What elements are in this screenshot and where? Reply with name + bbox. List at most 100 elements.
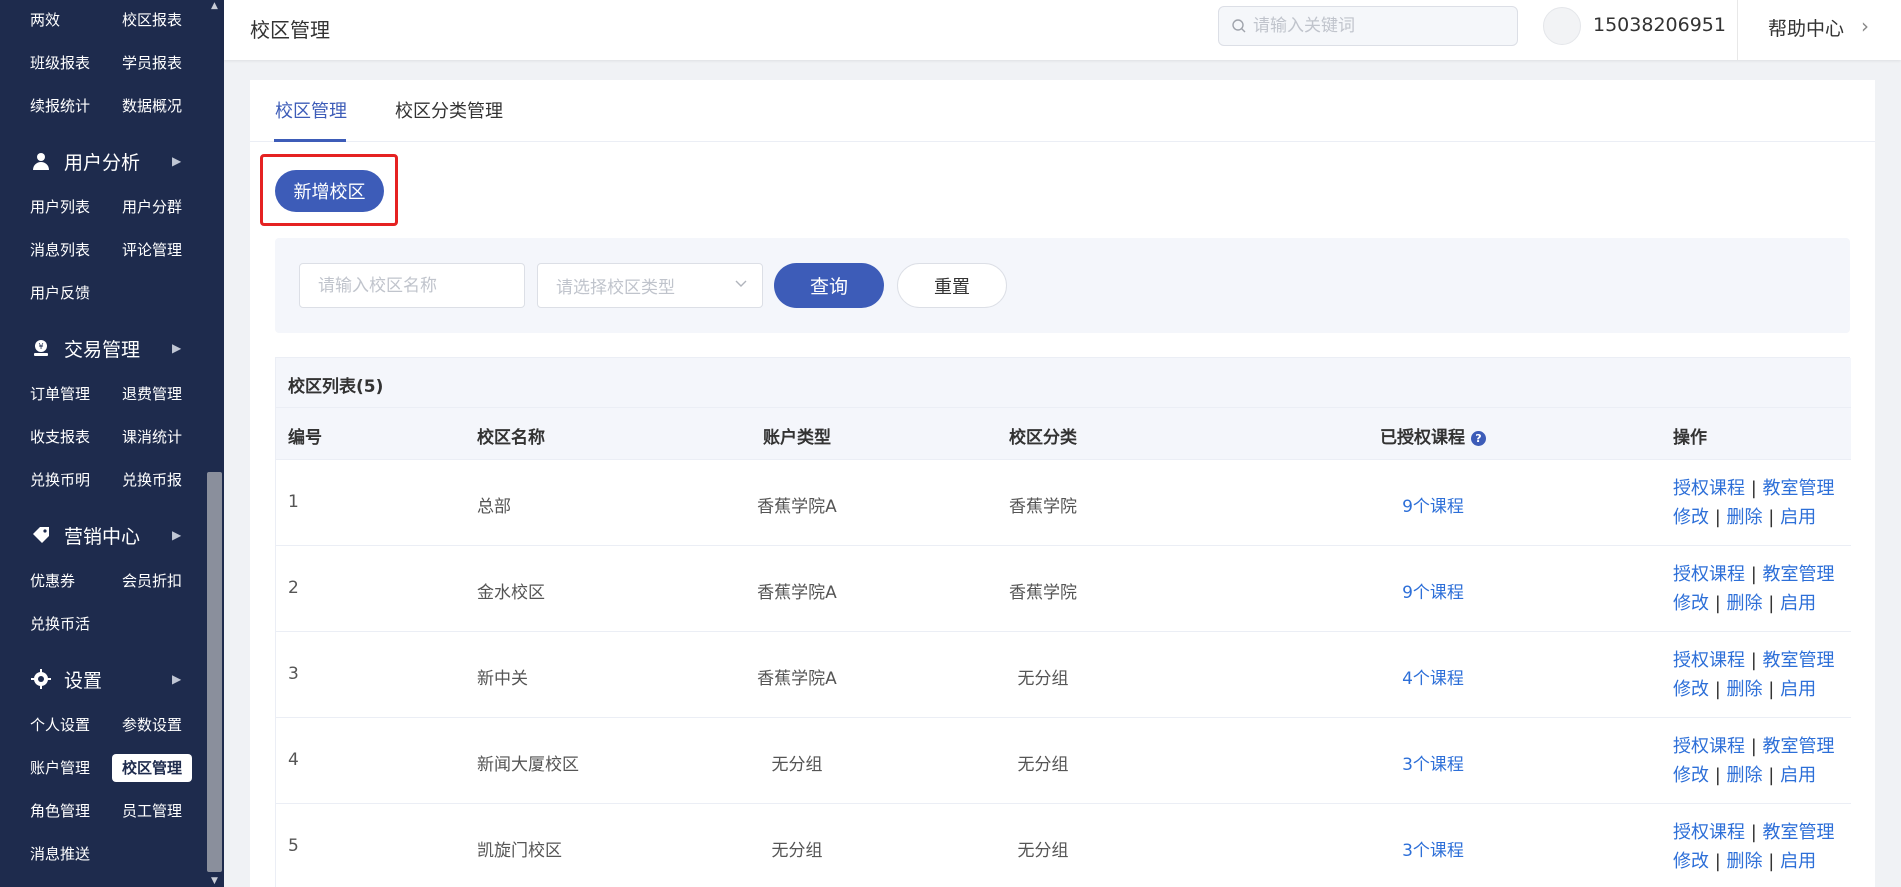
add-campus-button[interactable]: 新增校区	[275, 170, 384, 212]
tab-campus-management[interactable]: 校区管理	[275, 97, 347, 123]
classroom-management-link[interactable]: 教室管理	[1763, 564, 1835, 585]
sidebar-item-兑换币活[interactable]: 兑换币活	[30, 614, 90, 634]
authorize-course-link[interactable]: 授权课程	[1673, 564, 1745, 585]
separator: |	[1714, 507, 1721, 528]
cell-name: 新闻大厦校区	[477, 755, 579, 775]
classroom-management-link[interactable]: 教室管理	[1763, 478, 1835, 499]
cell-courses-link[interactable]: 9个课程	[1402, 578, 1464, 603]
sidebar-item-收支报表[interactable]: 收支报表	[30, 427, 90, 447]
col-name: 校区名称	[477, 428, 545, 448]
edit-link[interactable]: 修改	[1673, 679, 1709, 700]
enable-link[interactable]: 启用	[1780, 765, 1816, 786]
sidebar-item-用户反馈[interactable]: 用户反馈	[30, 283, 90, 303]
edit-link[interactable]: 修改	[1673, 593, 1709, 614]
sidebar-item-消息列表[interactable]: 消息列表	[30, 240, 90, 260]
sidebar-item-退费管理[interactable]: 退费管理	[122, 384, 182, 404]
sidebar-item-参数设置[interactable]: 参数设置	[122, 715, 182, 735]
sidebar-item-校区管理[interactable]: 校区管理	[112, 754, 193, 782]
authorize-course-link[interactable]: 授权课程	[1673, 736, 1745, 757]
sidebar-item-数据概况[interactable]: 数据概况	[122, 96, 182, 116]
sidebar-item-两效[interactable]: 两效	[30, 10, 60, 30]
separator: |	[1750, 736, 1757, 757]
query-button[interactable]: 查询	[774, 263, 884, 308]
separator: |	[1768, 593, 1775, 614]
enable-link[interactable]: 启用	[1780, 593, 1816, 614]
sidebar-item-会员折扣[interactable]: 会员折扣	[122, 571, 182, 591]
reset-button[interactable]: 重置	[897, 263, 1007, 308]
sidebar-section-label: 交易管理	[64, 338, 141, 361]
sidebar-item-角色管理[interactable]: 角色管理	[30, 801, 90, 821]
tab-campus-category-management[interactable]: 校区分类管理	[395, 97, 503, 123]
col-category: 校区分类	[1009, 428, 1077, 448]
authorize-course-link[interactable]: 授权课程	[1673, 650, 1745, 671]
sidebar-section[interactable]: 用户分析 ▶	[0, 141, 205, 181]
authorize-course-link[interactable]: 授权课程	[1673, 478, 1745, 499]
sidebar-scroll-thumb[interactable]	[207, 472, 222, 872]
sidebar-item-班级报表[interactable]: 班级报表	[30, 53, 90, 73]
scroll-up-icon[interactable]: ▲	[207, 0, 222, 12]
sidebar-section-label: 营销中心	[64, 525, 141, 548]
delete-link[interactable]: 删除	[1727, 593, 1763, 614]
edit-link[interactable]: 修改	[1673, 765, 1709, 786]
classroom-management-link[interactable]: 教室管理	[1763, 736, 1835, 757]
enable-link[interactable]: 启用	[1780, 507, 1816, 528]
sidebar-item-用户分群[interactable]: 用户分群	[122, 197, 182, 217]
sidebar-row: 个人设置 参数设置	[0, 705, 205, 741]
help-icon[interactable]: ?	[1471, 430, 1486, 446]
user-phone[interactable]: 15038206951	[1593, 14, 1726, 36]
separator: |	[1768, 507, 1775, 528]
sidebar-item-优惠券[interactable]: 优惠券	[30, 571, 75, 591]
chevron-right-icon[interactable]: ›	[1861, 14, 1869, 38]
sidebar-row: 收支报表 课消统计	[0, 417, 205, 453]
scroll-down-icon[interactable]: ▼	[207, 875, 222, 887]
top-header: 校区管理 15038206951 帮助中心 ›	[224, 0, 1901, 60]
sidebar-item-订单管理[interactable]: 订单管理	[30, 384, 90, 404]
search-box[interactable]	[1218, 6, 1518, 46]
sidebar-section[interactable]: 设置 ▶	[0, 659, 205, 699]
cell-courses-link[interactable]: 3个课程	[1402, 750, 1464, 775]
sidebar-item-账户管理[interactable]: 账户管理	[30, 758, 90, 778]
filter-bar: 请选择校区类型 查询 重置	[275, 238, 1850, 333]
sidebar-item-员工管理[interactable]: 员工管理	[122, 801, 182, 821]
sidebar-item-校区报表[interactable]: 校区报表	[122, 10, 182, 30]
edit-link[interactable]: 修改	[1673, 851, 1709, 872]
classroom-management-link[interactable]: 教室管理	[1763, 650, 1835, 671]
col-account-type: 账户类型	[763, 428, 831, 448]
delete-link[interactable]: 删除	[1727, 679, 1763, 700]
sidebar-item-课消统计[interactable]: 课消统计	[122, 427, 182, 447]
delete-link[interactable]: 删除	[1727, 507, 1763, 528]
table-title-bar: 校区列表(5)	[276, 358, 1851, 408]
cell-courses-link[interactable]: 9个课程	[1402, 492, 1464, 517]
enable-link[interactable]: 启用	[1780, 679, 1816, 700]
sidebar-item-学员报表[interactable]: 学员报表	[122, 53, 182, 73]
campus-name-input[interactable]	[299, 263, 525, 308]
sidebar-section[interactable]: 营销中心 ▶	[0, 515, 205, 555]
caret-right-icon: ▶	[172, 154, 182, 168]
sidebar-item-续报统计[interactable]: 续报统计	[30, 96, 90, 116]
sidebar-item-评论管理[interactable]: 评论管理	[122, 240, 182, 260]
classroom-management-link[interactable]: 教室管理	[1763, 822, 1835, 843]
sidebar-item-用户列表[interactable]: 用户列表	[30, 197, 90, 217]
edit-link[interactable]: 修改	[1673, 507, 1709, 528]
cell-courses-link[interactable]: 4个课程	[1402, 664, 1464, 689]
sidebar-item-消息推送[interactable]: 消息推送	[30, 844, 90, 864]
cell-courses-link[interactable]: 3个课程	[1402, 836, 1464, 861]
row-actions: 授权课程 | 教室管理 修改 | 删除 | 启用	[1673, 474, 1835, 532]
sidebar-row: 班级报表 学员报表	[0, 43, 205, 79]
sidebar-item-个人设置[interactable]: 个人设置	[30, 715, 90, 735]
campus-type-select[interactable]: 请选择校区类型	[537, 263, 763, 308]
main-card: 校区管理 校区分类管理 新增校区 请选择校区类型 查询 重置 校区列表(5) 编…	[250, 80, 1875, 887]
search-input[interactable]	[1253, 16, 1503, 36]
cell-account-type: 香蕉学院A	[757, 669, 837, 689]
sidebar-section[interactable]: ¥ 交易管理 ▶	[0, 328, 205, 368]
avatar[interactable]	[1543, 7, 1581, 45]
authorize-course-link[interactable]: 授权课程	[1673, 822, 1745, 843]
delete-link[interactable]: 删除	[1727, 765, 1763, 786]
help-center-link[interactable]: 帮助中心	[1768, 14, 1844, 41]
delete-link[interactable]: 删除	[1727, 851, 1763, 872]
sidebar-item-兑换币明[interactable]: 兑换币明	[30, 470, 90, 490]
sidebar-item-兑换币报[interactable]: 兑换币报	[122, 470, 182, 490]
sidebar-row: 账户管理 校区管理	[0, 748, 205, 784]
sidebar-row: 订单管理 退费管理	[0, 374, 205, 410]
enable-link[interactable]: 启用	[1780, 851, 1816, 872]
